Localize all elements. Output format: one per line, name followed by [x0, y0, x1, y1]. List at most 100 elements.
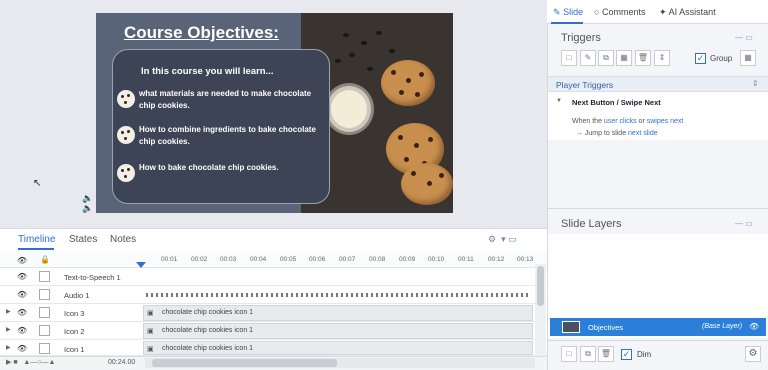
gear-icon[interactable]: ⚙ [745, 346, 761, 362]
timeline-row[interactable]: ▶ 👁 Icon 3 ▣ chocolate chip cookies icon … [0, 304, 547, 322]
timeline-tools[interactable]: ⚙ ▾ ▭ [488, 234, 517, 245]
tick-label: 00:07 [339, 256, 356, 263]
tick-label: 00:05 [280, 256, 297, 263]
trigger-link[interactable]: swipes [647, 118, 668, 125]
tick-label: 00:13 [517, 256, 534, 263]
tab-label: Comments [601, 7, 646, 17]
delete-trigger-button[interactable]: 🗑 [635, 50, 651, 66]
lock-toggle[interactable] [39, 307, 50, 318]
new-trigger-button[interactable]: □ [561, 50, 577, 66]
group-checkbox[interactable]: ✓ [695, 53, 706, 64]
paste-trigger-button[interactable]: ▦ [616, 50, 632, 66]
duration-label[interactable]: 00:24.00 [108, 359, 135, 366]
tab-ai-assistant[interactable]: ✦ AI Assistant [659, 7, 716, 18]
timeline-row[interactable]: 👁 Text-to-Speech 1 [0, 268, 547, 286]
new-layer-button[interactable]: □ [561, 346, 577, 362]
row-label: Text-to-Speech 1 [64, 273, 121, 282]
tab-notes[interactable]: Notes [110, 234, 136, 245]
layer-name: Objectives [588, 323, 624, 332]
trigger-detail[interactable]: When the user clicks or swipes next → Ju… [572, 116, 683, 140]
objective-item-3: How to bake chocolate chip cookies. [117, 162, 317, 182]
row-label: Icon 3 [64, 309, 85, 318]
active-tab-indicator [551, 22, 583, 24]
timeline-ruler[interactable]: 👁 🔒 00:01 00:02 00:03 00:04 00:05 00:06 … [0, 252, 547, 268]
slide-layers-title: Slide Layers [561, 218, 622, 230]
timeline-bar[interactable]: ▣ chocolate chip cookies icon 1 [143, 305, 533, 321]
lock-toggle[interactable] [39, 325, 50, 336]
timeline-row[interactable]: 👁 Audio 1 [0, 286, 547, 304]
eye-icon[interactable]: 👁 [17, 272, 27, 281]
tab-label: AI Assistant [668, 7, 716, 17]
eye-icon[interactable]: 👁 [17, 256, 27, 265]
eye-icon[interactable]: 👁 [17, 326, 27, 335]
group-label: Group [710, 54, 733, 63]
chevron-down-icon[interactable]: ▼ [556, 98, 562, 104]
cookie-icon [117, 164, 135, 182]
slide-preview[interactable]: Course Objectives: In this course you wi… [96, 13, 453, 213]
trigger-link[interactable]: user clicks [604, 118, 637, 125]
lock-toggle[interactable] [39, 289, 50, 300]
scroll-thumb[interactable] [152, 359, 337, 367]
objectives-box: In this course you will learn... what ma… [112, 49, 330, 204]
tick-label: 00:12 [488, 256, 505, 263]
image-icon: ▣ [147, 346, 154, 353]
eye-icon[interactable]: 👁 [17, 344, 27, 353]
timeline-bar[interactable]: ▣ chocolate chip cookies icon 1 [143, 323, 533, 339]
eye-icon[interactable]: 👁 [17, 308, 27, 317]
tab-states[interactable]: States [69, 234, 97, 245]
bar-label: chocolate chip cookies icon 1 [162, 327, 254, 334]
audio-waveform[interactable] [146, 293, 530, 297]
trigger-settings-button[interactable]: ▦ [740, 50, 756, 66]
dim-label: Dim [637, 350, 652, 359]
trigger-link[interactable]: next [668, 118, 683, 125]
expand-icon[interactable]: ▶ [6, 326, 11, 333]
milk-glass-image [324, 83, 374, 135]
objective-text: How to combine ingredients to bake choco… [139, 125, 316, 146]
speaker-icon[interactable]: 🔈 [82, 203, 93, 214]
tab-timeline[interactable]: Timeline [18, 234, 55, 245]
copy-trigger-button[interactable]: ⧉ [598, 50, 614, 66]
panel-controls[interactable]: — ▭ [735, 219, 753, 228]
scroll-thumb[interactable] [537, 266, 544, 306]
collapse-icon[interactable]: ⇕ [752, 79, 759, 88]
tick-label: 00:08 [369, 256, 386, 263]
trigger-name[interactable]: Next Button / Swipe Next [572, 98, 661, 107]
tab-slide[interactable]: ✎ Slide [553, 7, 583, 18]
lock-icon[interactable]: 🔒 [40, 255, 50, 264]
lock-toggle[interactable] [39, 343, 50, 354]
objectives-heading: In this course you will learn... [141, 66, 274, 77]
dim-checkbox[interactable]: ✓ [621, 349, 632, 360]
active-tab-indicator [18, 248, 54, 250]
duplicate-layer-button[interactable]: ⧉ [580, 346, 596, 362]
eye-icon[interactable]: 👁 [749, 322, 759, 331]
tick-label: 00:04 [250, 256, 267, 263]
row-label: Icon 2 [64, 327, 85, 336]
row-label: Icon 1 [64, 345, 85, 354]
player-triggers-title: Player Triggers [556, 80, 614, 90]
mouse-cursor-icon: ↖ [33, 178, 42, 189]
eye-icon[interactable]: 👁 [17, 290, 27, 299]
timeline-row[interactable]: ▶ 👁 Icon 1 ▣ chocolate chip cookies icon … [0, 340, 547, 356]
image-icon: ▣ [147, 328, 154, 335]
base-layer-tag: (Base Layer) [702, 323, 743, 330]
edit-trigger-button[interactable]: ✎ [580, 50, 596, 66]
objective-item-1: what materials are needed to make chocol… [117, 88, 317, 112]
bar-label: chocolate chip cookies icon 1 [162, 345, 254, 352]
tick-label: 00:03 [220, 256, 237, 263]
reorder-trigger-button[interactable]: ⇕ [654, 50, 670, 66]
timeline-row[interactable]: ▶ 👁 Icon 2 ▣ chocolate chip cookies icon … [0, 322, 547, 340]
tab-label: Slide [563, 7, 584, 17]
panel-controls[interactable]: — ▭ [735, 33, 753, 42]
delete-layer-button[interactable]: 🗑 [598, 346, 614, 362]
lock-toggle[interactable] [39, 271, 50, 282]
objective-item-2: How to combine ingredients to bake choco… [117, 124, 317, 148]
expand-icon[interactable]: ▶ [6, 308, 11, 315]
expand-icon[interactable]: ▶ [6, 344, 11, 351]
tick-label: 00:02 [191, 256, 208, 263]
timeline-bar[interactable]: ▣ chocolate chip cookies icon 1 [143, 341, 533, 355]
zoom-controls[interactable]: ▶ ■ ▲—○—▲ [6, 358, 55, 366]
tab-comments[interactable]: ○ Comments [594, 7, 645, 17]
trigger-link[interactable]: next slide [628, 130, 658, 137]
objective-text: How to bake chocolate chip cookies. [139, 163, 279, 172]
tick-label: 00:10 [428, 256, 445, 263]
